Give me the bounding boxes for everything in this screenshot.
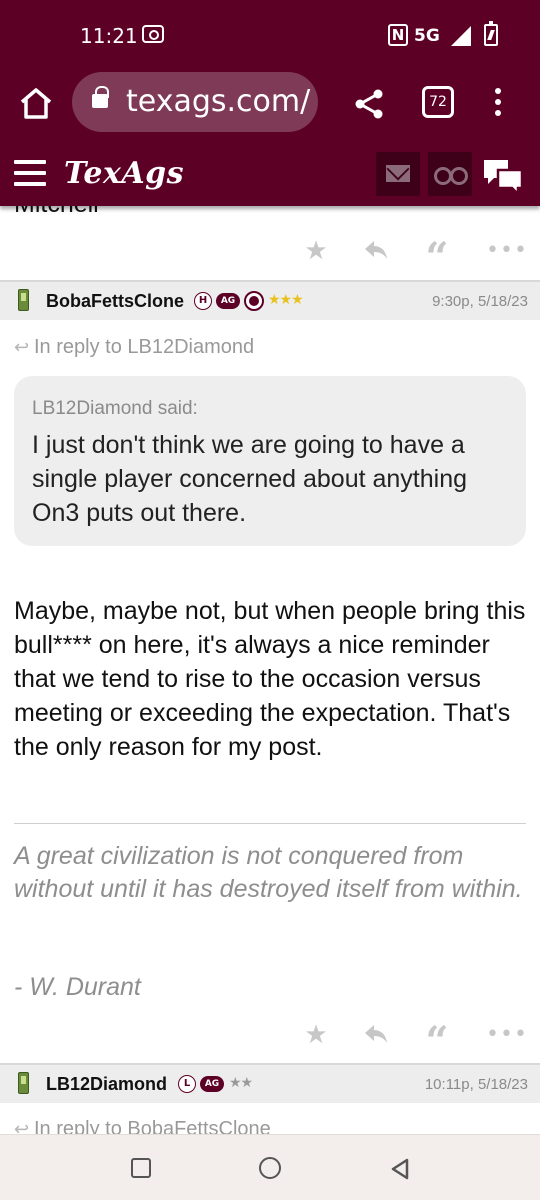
reply-arrow-icon: ↩ [14,337,30,357]
quote-icon[interactable]: “ [422,1020,452,1064]
cast-icon [142,25,164,43]
in-reply-to-link[interactable]: ↩ In reply to BobaFettsClone [14,1118,271,1134]
nfc-icon: N [388,24,408,46]
chat-bubbles-icon[interactable] [480,156,526,198]
in-reply-to-link[interactable]: ↩ In reply to LB12Diamond [14,336,254,359]
user-badge-l: L [178,1075,196,1093]
post-timestamp[interactable]: 9:30p, 5/18/23 [432,293,528,310]
thread-content: Mitchell ★ “ ••• BobaFettsClone H AG ★★★… [0,206,540,1134]
hamburger-icon[interactable] [14,160,46,188]
star-icon[interactable]: ★ [301,1020,331,1050]
more-icon[interactable]: ••• [486,1020,527,1050]
tabs-button[interactable]: 72 [422,86,454,118]
lock-icon [92,86,109,108]
quote-icon[interactable]: “ [422,236,452,280]
post-body: Maybe, maybe not, but when people bring … [14,597,526,761]
recents-icon[interactable] [131,1158,151,1178]
username[interactable]: BobaFettsClone [46,291,184,312]
binoculars-icon[interactable] [428,152,472,196]
post-header: BobaFettsClone H AG ★★★ 9:30p, 5/18/23 [0,280,540,320]
quote-author: LB12Diamond said: [32,398,198,419]
site-logo[interactable]: TexAgs [64,156,184,191]
share-icon[interactable] [350,84,390,124]
reply-arrow-icon: ↩ [14,1119,30,1134]
post-actions: ★ “ ••• [0,1010,540,1064]
mobile-phone-icon [18,289,29,311]
more-icon[interactable]: ••• [486,236,527,266]
signature-divider [14,823,526,824]
status-time: 11:21 [80,24,138,48]
reply-icon[interactable] [361,1020,391,1050]
previous-post-text: Mitchell [14,206,99,219]
mobile-phone-icon [18,1072,29,1094]
signature-quote: A great civilization is not conquered fr… [14,842,523,903]
overflow-menu-icon[interactable] [486,84,510,124]
in-reply-to-text[interactable]: In reply to BobaFettsClone [34,1118,271,1134]
ag-badge: AG [200,1076,224,1092]
user-stars: ★★★ [268,292,304,308]
mascot-badge-icon [244,291,264,311]
post-actions: ★ “ ••• [0,226,540,280]
user-stars: ★★ [229,1075,253,1091]
site-header: TexAgs [0,142,540,206]
url-text[interactable]: texags.com/ [126,84,310,119]
status-bar: 11:21 N 5G [0,0,540,68]
signature-author: - W. Durant [14,973,141,1001]
ag-badge: AG [216,293,240,309]
quote-text: I just don't think we are going to have … [32,431,468,527]
username[interactable]: LB12Diamond [46,1074,167,1095]
mail-icon[interactable] [376,152,420,196]
post-timestamp[interactable]: 10:11p, 5/18/23 [425,1076,528,1093]
network-type: 5G [414,26,440,46]
browser-toolbar: texags.com/ 72 [0,68,540,142]
star-icon[interactable]: ★ [301,236,331,266]
system-nav-bar [0,1134,540,1200]
user-badge-h: H [194,292,212,310]
home-icon[interactable] [14,82,58,126]
signal-icon [451,26,471,46]
battery-charging-icon [484,21,498,46]
home-circle-icon[interactable] [259,1157,281,1179]
quote-box: LB12Diamond said: I just don't think we … [14,376,526,546]
url-bar[interactable]: texags.com/ [72,72,318,132]
in-reply-to-text[interactable]: In reply to LB12Diamond [34,336,254,358]
reply-icon[interactable] [361,236,391,266]
back-icon[interactable] [388,1157,412,1181]
post-header: LB12Diamond L AG ★★ 10:11p, 5/18/23 [0,1063,540,1103]
